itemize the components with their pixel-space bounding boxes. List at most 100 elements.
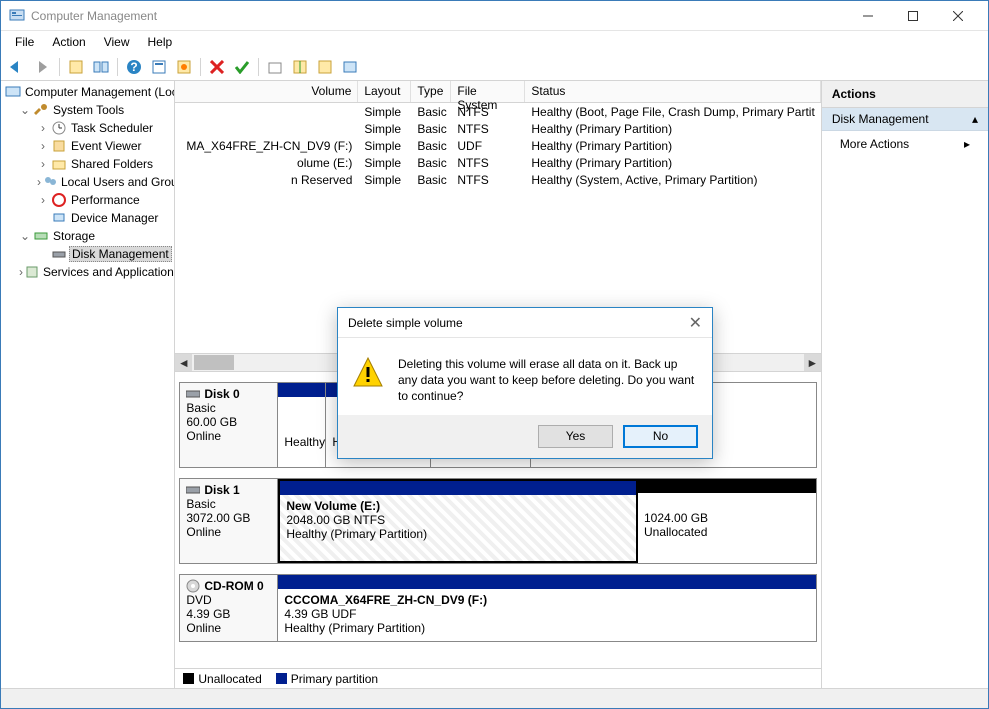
actions-section-diskmgmt[interactable]: Disk Management ▴ xyxy=(822,108,988,131)
disk-info-0: Disk 0 Basic 60.00 GB Online xyxy=(180,383,278,467)
header-filesystem[interactable]: File System xyxy=(451,81,525,102)
volume-row[interactable]: MA_X64FRE_ZH-CN_DV9 (F:)SimpleBasicUDFHe… xyxy=(175,137,820,154)
dialog-close-icon[interactable]: ✕ xyxy=(689,313,702,333)
maximize-button[interactable] xyxy=(890,1,935,30)
vol-layout: Simple xyxy=(358,173,411,187)
tree-event-viewer[interactable]: › Event Viewer xyxy=(1,137,174,155)
titlebar: Computer Management xyxy=(1,1,988,31)
volume-row[interactable]: SimpleBasicNTFSHealthy (Boot, Page File,… xyxy=(175,103,820,120)
close-button[interactable] xyxy=(935,1,980,30)
vol-status: Healthy (Boot, Page File, Crash Dump, Pr… xyxy=(525,105,820,119)
tree-task-label: Task Scheduler xyxy=(69,121,155,135)
tree-services[interactable]: › Services and Applications xyxy=(1,263,174,281)
vol-fs: NTFS xyxy=(451,105,525,119)
vol-status: Healthy (System, Active, Primary Partiti… xyxy=(525,173,820,187)
disk1-status: Online xyxy=(186,525,271,539)
vol-name: n Reserved xyxy=(175,173,358,187)
disk-row-1[interactable]: Disk 1 Basic 3072.00 GB Online New Volum… xyxy=(179,478,816,564)
disk-row-cdrom[interactable]: CD-ROM 0 DVD 4.39 GB Online CCCOMA_X64FR… xyxy=(179,574,816,642)
settings-button[interactable] xyxy=(173,56,195,78)
disk1-p1-line3: Unallocated xyxy=(644,525,810,539)
chevron-right-icon: ▸ xyxy=(964,137,970,151)
tree-task-scheduler[interactable]: › Task Scheduler xyxy=(1,119,174,137)
services-icon xyxy=(25,264,39,280)
no-button[interactable]: No xyxy=(623,425,698,448)
tree-system-tools[interactable]: ⌄ System Tools xyxy=(1,101,174,119)
tree-services-label: Services and Applications xyxy=(41,265,175,279)
menu-action[interactable]: Action xyxy=(44,33,93,51)
disk1-p0-title: New Volume (E:) xyxy=(286,499,630,513)
back-button[interactable] xyxy=(7,56,29,78)
disk1-part1[interactable]: 1024.00 GB Unallocated xyxy=(638,479,816,563)
toolbar-btn-a[interactable] xyxy=(264,56,286,78)
tree-root[interactable]: Computer Management (Local xyxy=(1,83,174,101)
folder-icon xyxy=(51,156,67,172)
window-title: Computer Management xyxy=(31,9,845,23)
header-type[interactable]: Type xyxy=(411,81,451,102)
vol-layout: Simple xyxy=(358,156,411,170)
vol-fs: NTFS xyxy=(451,156,525,170)
header-layout[interactable]: Layout xyxy=(358,81,411,102)
minimize-button[interactable] xyxy=(845,1,890,30)
caret-down-icon: ⌄ xyxy=(19,103,31,117)
caret-blank xyxy=(37,247,49,261)
menu-help[interactable]: Help xyxy=(140,33,181,51)
scroll-right-icon[interactable]: ► xyxy=(804,354,821,371)
scroll-left-icon[interactable]: ◄ xyxy=(175,354,192,371)
caret-right-icon: › xyxy=(37,175,41,189)
disk0-size: 60.00 GB xyxy=(186,415,271,429)
refresh-button[interactable] xyxy=(148,56,170,78)
disk1-partitions: New Volume (E:) 2048.00 GB NTFS Healthy … xyxy=(278,479,815,563)
header-volume[interactable]: Volume xyxy=(175,81,358,102)
yes-button[interactable]: Yes xyxy=(538,425,613,448)
cd-size: 4.39 GB xyxy=(186,607,271,621)
cd-type: DVD xyxy=(186,593,271,607)
cd-title: CD-ROM 0 xyxy=(204,579,263,593)
disk0-part0[interactable]: Healthy xyxy=(278,383,326,467)
cd-p0-line3: Healthy (Primary Partition) xyxy=(284,621,809,635)
toolbar-btn-c[interactable] xyxy=(314,56,336,78)
vol-layout: Simple xyxy=(358,122,411,136)
device-icon xyxy=(51,210,67,226)
vol-type: Basic xyxy=(411,122,451,136)
window-controls xyxy=(845,1,980,30)
tree-local-users[interactable]: › Local Users and Groups xyxy=(1,173,174,191)
tree-device-manager[interactable]: Device Manager xyxy=(1,209,174,227)
tree-disk-management[interactable]: Disk Management xyxy=(1,245,174,263)
check-button[interactable] xyxy=(231,56,253,78)
vol-type: Basic xyxy=(411,105,451,119)
cdrom-icon xyxy=(186,579,200,593)
actions-more[interactable]: More Actions ▸ xyxy=(822,131,988,157)
caret-right-icon: › xyxy=(37,121,49,135)
header-status[interactable]: Status xyxy=(525,81,820,102)
volume-row[interactable]: SimpleBasicNTFSHealthy (Primary Partitio… xyxy=(175,120,820,137)
disk0-title: Disk 0 xyxy=(204,387,239,401)
tree-panel: Computer Management (Local ⌄ System Tool… xyxy=(1,81,175,688)
show-hide-tree-button[interactable] xyxy=(65,56,87,78)
vol-status: Healthy (Primary Partition) xyxy=(525,139,820,153)
tree-shared-folders[interactable]: › Shared Folders xyxy=(1,155,174,173)
vol-layout: Simple xyxy=(358,139,411,153)
toolbar-btn-d[interactable] xyxy=(339,56,361,78)
volume-rows: SimpleBasicNTFSHealthy (Boot, Page File,… xyxy=(175,103,820,188)
disk1-part0-selected[interactable]: New Volume (E:) 2048.00 GB NTFS Healthy … xyxy=(278,479,638,563)
tree-event-label: Event Viewer xyxy=(69,139,143,153)
properties-button[interactable] xyxy=(90,56,112,78)
volume-list-header: Volume Layout Type File System Status xyxy=(175,81,820,103)
volume-row[interactable]: olume (E:)SimpleBasicNTFSHealthy (Primar… xyxy=(175,154,820,171)
cd-part0[interactable]: CCCOMA_X64FRE_ZH-CN_DV9 (F:) 4.39 GB UDF… xyxy=(278,575,815,641)
volume-row[interactable]: n ReservedSimpleBasicNTFSHealthy (System… xyxy=(175,171,820,188)
menu-view[interactable]: View xyxy=(96,33,138,51)
toolbar-separator xyxy=(200,58,201,76)
tree-storage[interactable]: ⌄ Storage xyxy=(1,227,174,245)
help-button[interactable]: ? xyxy=(123,56,145,78)
delete-button[interactable] xyxy=(206,56,228,78)
menu-file[interactable]: File xyxy=(7,33,42,51)
tree-performance[interactable]: › Performance xyxy=(1,191,174,209)
toolbar-btn-b[interactable] xyxy=(289,56,311,78)
forward-button[interactable] xyxy=(32,56,54,78)
vol-type: Basic xyxy=(411,139,451,153)
disk-icon xyxy=(186,389,200,399)
scroll-thumb[interactable] xyxy=(194,355,234,370)
menubar: File Action View Help xyxy=(1,31,988,53)
